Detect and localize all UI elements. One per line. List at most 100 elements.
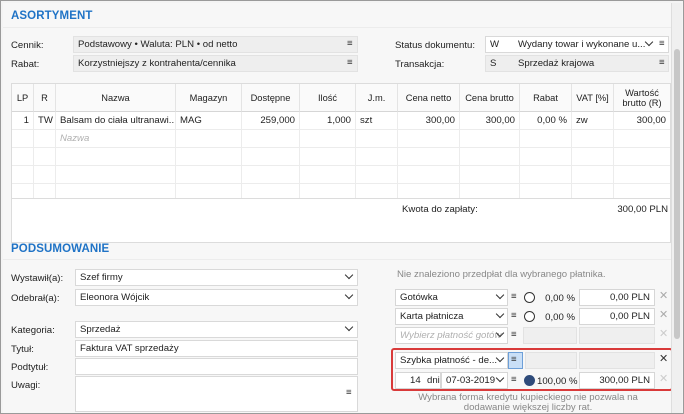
- summary-title: PODSUMOWANIE: [11, 243, 110, 255]
- discount-menu-icon[interactable]: ≡: [347, 58, 353, 68]
- transaction-code: S: [490, 58, 497, 69]
- payment-cash-percent: 0,00 %: [545, 293, 575, 304]
- doc-status-menu-icon[interactable]: ≡: [659, 39, 665, 49]
- credit-close-icon: ✕: [659, 373, 669, 385]
- col-header-vat[interactable]: VAT [%]: [572, 84, 614, 112]
- no-prepayments-text: Nie znaleziono przedpłat dla wybranego p…: [397, 269, 606, 280]
- cell-discount[interactable]: 0,00 %: [520, 112, 572, 130]
- category-label: Kategoria:: [11, 325, 55, 336]
- new-row-cell[interactable]: [460, 130, 520, 148]
- payment-credit-menu-icon[interactable]: ≡: [511, 355, 517, 365]
- cell-available[interactable]: 259,000: [242, 112, 300, 130]
- category-select[interactable]: Sprzedaż: [75, 321, 358, 338]
- price-list-label: Cennik:: [11, 40, 44, 51]
- payment-card-amount[interactable]: 0,00 PLN: [579, 308, 655, 325]
- credit-days-unit: dni: [427, 375, 440, 386]
- cell-lp[interactable]: 1: [12, 112, 34, 130]
- assortment-title: ASORTYMENT: [11, 10, 93, 22]
- new-row-cell[interactable]: [34, 130, 56, 148]
- col-header-discount[interactable]: Rabat: [520, 84, 572, 112]
- payment-credit-close-icon[interactable]: ✕: [659, 354, 668, 365]
- price-list-field[interactable]: Podstawowy • Waluta: PLN • od netto: [73, 36, 358, 53]
- payment-card-menu-icon[interactable]: ≡: [511, 311, 517, 321]
- col-header-qty[interactable]: Ilość: [300, 84, 356, 112]
- payment-method-credit[interactable]: Szybka płatność - de...: [395, 352, 508, 369]
- new-row-cell[interactable]: [614, 130, 670, 148]
- new-row-cell[interactable]: [398, 130, 460, 148]
- new-row-cell[interactable]: [520, 130, 572, 148]
- new-row-cell[interactable]: [242, 130, 300, 148]
- credit-percent: 100,00 %: [537, 376, 578, 387]
- col-header-net[interactable]: Cena netto: [398, 84, 460, 112]
- new-row-cell[interactable]: [300, 130, 356, 148]
- payment-cash-menu-icon[interactable]: ≡: [511, 292, 517, 302]
- col-header-unit[interactable]: J.m.: [356, 84, 398, 112]
- cell-net[interactable]: 300,00: [398, 112, 460, 130]
- vertical-scrollbar[interactable]: [671, 3, 682, 413]
- received-by-select[interactable]: Eleonora Wójcik: [75, 289, 358, 306]
- credit-radio[interactable]: [524, 375, 535, 386]
- subtitle-input[interactable]: [75, 358, 358, 375]
- payment-credit-empty-field: [579, 352, 655, 369]
- title-input[interactable]: Faktura VAT sprzedaży: [75, 340, 358, 357]
- document-panel: ASORTYMENT Cennik: Podstawowy • Waluta: …: [3, 3, 673, 413]
- issued-by-select[interactable]: Szef firmy: [75, 269, 358, 286]
- issued-by-value: Szef firmy: [80, 272, 123, 283]
- total-label: Kwota do zapłaty:: [402, 204, 478, 215]
- window: ASORTYMENT Cennik: Podstawowy • Waluta: …: [0, 0, 684, 414]
- payment-card-radio[interactable]: [524, 311, 535, 322]
- col-header-r[interactable]: R: [34, 84, 56, 112]
- transaction-menu-icon[interactable]: ≡: [659, 58, 665, 68]
- payment-card-close-icon[interactable]: ✕: [659, 310, 668, 321]
- new-row-cell[interactable]: [572, 130, 614, 148]
- doc-status-select[interactable]: W Wydany towar i wykonane u...: [485, 36, 669, 53]
- new-row-name-input[interactable]: Nazwa: [56, 130, 176, 148]
- payment-choose-menu-icon[interactable]: ≡: [511, 330, 517, 340]
- notes-textarea[interactable]: [75, 376, 358, 412]
- discount-label: Rabat:: [11, 59, 40, 70]
- credit-days-field[interactable]: 14 dni: [395, 372, 441, 389]
- cell-unit[interactable]: szt: [356, 112, 398, 130]
- new-row-cell[interactable]: [176, 130, 242, 148]
- received-by-label: Odebrał(a):: [11, 293, 60, 304]
- new-row-cell[interactable]: [12, 130, 34, 148]
- payment-credit-label: Szybka płatność - de...: [400, 355, 498, 366]
- items-grid: LP R Nazwa Magazyn Dostępne Ilość J.m. C…: [11, 83, 671, 243]
- doc-status-label: Status dokumentu:: [395, 40, 475, 51]
- col-header-lp[interactable]: LP: [12, 84, 34, 112]
- scrollbar-thumb[interactable]: [674, 49, 680, 339]
- notes-menu-icon[interactable]: ≡: [346, 388, 352, 398]
- col-header-name[interactable]: Nazwa: [56, 84, 176, 112]
- cell-r[interactable]: TW: [34, 112, 56, 130]
- payment-choose-amount-field: [579, 327, 655, 344]
- cell-name[interactable]: Balsam do ciała ultranawi...: [56, 112, 176, 130]
- doc-status-value: Wydany towar i wykonane u...: [518, 39, 646, 50]
- col-header-warehouse[interactable]: Magazyn: [176, 84, 242, 112]
- transaction-field[interactable]: S Sprzedaż krajowa: [485, 55, 669, 72]
- col-header-available[interactable]: Dostępne: [242, 84, 300, 112]
- col-header-value[interactable]: Wartość brutto (R): [614, 84, 670, 112]
- cell-value[interactable]: 300,00: [614, 112, 670, 130]
- empty-rows: [12, 148, 670, 198]
- payment-cash-close-icon[interactable]: ✕: [659, 291, 668, 302]
- payment-method-choose[interactable]: Wybierz płatność gotów: [395, 327, 508, 344]
- cell-vat[interactable]: zw: [572, 112, 614, 130]
- payment-method-label: Karta płatnicza: [400, 311, 464, 322]
- credit-amount[interactable]: 300,00 PLN: [579, 372, 655, 389]
- new-row-cell[interactable]: [356, 130, 398, 148]
- divider: [3, 259, 671, 260]
- payment-cash-radio[interactable]: [524, 292, 535, 303]
- cell-qty[interactable]: 1,000: [300, 112, 356, 130]
- discount-field[interactable]: Korzystniejszy z kontrahenta/cennika: [73, 55, 358, 72]
- payment-method-cash[interactable]: Gotówka: [395, 289, 508, 306]
- price-list-menu-icon[interactable]: ≡: [347, 39, 353, 49]
- credit-menu-icon[interactable]: ≡: [511, 375, 517, 385]
- cell-gross[interactable]: 300,00: [460, 112, 520, 130]
- col-header-gross[interactable]: Cena brutto: [460, 84, 520, 112]
- payment-cash-amount[interactable]: 0,00 PLN: [579, 289, 655, 306]
- issued-by-label: Wystawił(a):: [11, 273, 64, 284]
- payment-amount-value: 0,00 PLN: [609, 311, 650, 322]
- received-by-value: Eleonora Wójcik: [80, 292, 150, 303]
- payment-method-card[interactable]: Karta płatnicza: [395, 308, 508, 325]
- cell-warehouse[interactable]: MAG: [176, 112, 242, 130]
